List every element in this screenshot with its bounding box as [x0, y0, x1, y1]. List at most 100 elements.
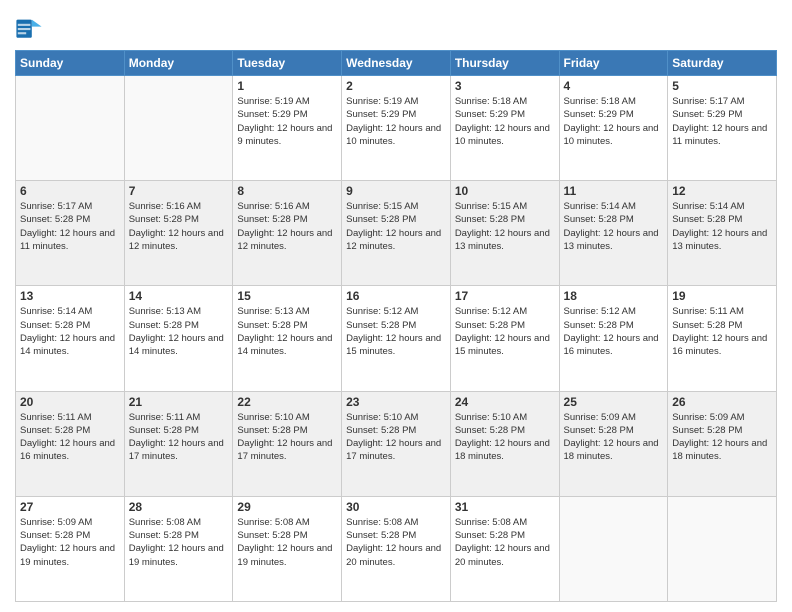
day-number: 18 — [564, 289, 664, 303]
day-info: Sunrise: 5:08 AM Sunset: 5:28 PM Dayligh… — [129, 516, 229, 569]
calendar-cell: 18 Sunrise: 5:12 AM Sunset: 5:28 PM Dayli… — [559, 286, 668, 391]
day-number: 10 — [455, 184, 555, 198]
day-number: 28 — [129, 500, 229, 514]
weekday-header: Tuesday — [233, 51, 342, 76]
day-number: 17 — [455, 289, 555, 303]
calendar-cell: 17 Sunrise: 5:12 AM Sunset: 5:28 PM Dayli… — [450, 286, 559, 391]
day-number: 23 — [346, 395, 446, 409]
day-info: Sunrise: 5:09 AM Sunset: 5:28 PM Dayligh… — [564, 411, 664, 464]
calendar-cell: 26Sunrise: 5:09 AM Sunset: 5:28 PM Dayli… — [668, 391, 777, 496]
day-number: 25 — [564, 395, 664, 409]
day-info: Sunrise: 5:16 AM Sunset: 5:28 PM Dayligh… — [129, 200, 229, 253]
calendar-cell — [124, 76, 233, 181]
day-number: 8 — [237, 184, 337, 198]
logo — [15, 14, 46, 42]
calendar-cell: 31 Sunrise: 5:08 AM Sunset: 5:28 PM Dayli… — [450, 496, 559, 601]
day-number: 24 — [455, 395, 555, 409]
day-info: Sunrise: 5:15 AM Sunset: 5:28 PM Dayligh… — [455, 200, 555, 253]
calendar-page: SundayMondayTuesdayWednesdayThursdayFrid… — [0, 0, 792, 612]
calendar-cell: 5 Sunrise: 5:17 AM Sunset: 5:29 PM Daylig… — [668, 76, 777, 181]
day-number: 14 — [129, 289, 229, 303]
day-info: Sunrise: 5:08 AM Sunset: 5:28 PM Dayligh… — [346, 516, 446, 569]
day-number: 9 — [346, 184, 446, 198]
calendar-cell: 29 Sunrise: 5:08 AM Sunset: 5:28 PM Dayli… — [233, 496, 342, 601]
day-info: Sunrise: 5:11 AM Sunset: 5:28 PM Dayligh… — [672, 305, 772, 358]
calendar-cell — [668, 496, 777, 601]
day-number: 15 — [237, 289, 337, 303]
day-number: 3 — [455, 79, 555, 93]
calendar-cell: 3 Sunrise: 5:18 AM Sunset: 5:29 PM Daylig… — [450, 76, 559, 181]
calendar-cell: 15 Sunrise: 5:13 AM Sunset: 5:28 PM Dayli… — [233, 286, 342, 391]
calendar-table: SundayMondayTuesdayWednesdayThursdayFrid… — [15, 50, 777, 602]
calendar-cell: 11Sunrise: 5:14 AM Sunset: 5:28 PM Dayli… — [559, 181, 668, 286]
day-info: Sunrise: 5:12 AM Sunset: 5:28 PM Dayligh… — [346, 305, 446, 358]
calendar-cell: 4 Sunrise: 5:18 AM Sunset: 5:29 PM Daylig… — [559, 76, 668, 181]
calendar-cell: 27Sunrise: 5:09 AM Sunset: 5:28 PM Dayli… — [16, 496, 125, 601]
day-number: 6 — [20, 184, 120, 198]
day-info: Sunrise: 5:16 AM Sunset: 5:28 PM Dayligh… — [237, 200, 337, 253]
day-number: 20 — [20, 395, 120, 409]
day-info: Sunrise: 5:14 AM Sunset: 5:28 PM Dayligh… — [672, 200, 772, 253]
day-number: 1 — [237, 79, 337, 93]
day-info: Sunrise: 5:19 AM Sunset: 5:29 PM Dayligh… — [346, 95, 446, 148]
calendar-cell: 8 Sunrise: 5:16 AM Sunset: 5:28 PM Daylig… — [233, 181, 342, 286]
day-number: 13 — [20, 289, 120, 303]
weekday-header: Wednesday — [342, 51, 451, 76]
calendar-cell: 24 Sunrise: 5:10 AM Sunset: 5:28 PM Dayli… — [450, 391, 559, 496]
calendar-cell: 25 Sunrise: 5:09 AM Sunset: 5:28 PM Dayli… — [559, 391, 668, 496]
day-number: 4 — [564, 79, 664, 93]
day-number: 21 — [129, 395, 229, 409]
day-info: Sunrise: 5:09 AM Sunset: 5:28 PM Dayligh… — [20, 516, 120, 569]
day-info: Sunrise: 5:12 AM Sunset: 5:28 PM Dayligh… — [455, 305, 555, 358]
day-info: Sunrise: 5:13 AM Sunset: 5:28 PM Dayligh… — [237, 305, 337, 358]
calendar-cell: 23 Sunrise: 5:10 AM Sunset: 5:28 PM Dayli… — [342, 391, 451, 496]
weekday-header: Thursday — [450, 51, 559, 76]
day-info: Sunrise: 5:11 AM Sunset: 5:28 PM Dayligh… — [129, 411, 229, 464]
calendar-cell: 6Sunrise: 5:17 AM Sunset: 5:28 PM Daylig… — [16, 181, 125, 286]
day-info: Sunrise: 5:17 AM Sunset: 5:29 PM Dayligh… — [672, 95, 772, 148]
calendar-cell: 12 Sunrise: 5:14 AM Sunset: 5:28 PM Dayli… — [668, 181, 777, 286]
calendar-cell — [16, 76, 125, 181]
day-info: Sunrise: 5:10 AM Sunset: 5:28 PM Dayligh… — [455, 411, 555, 464]
day-number: 11 — [564, 184, 664, 198]
day-number: 29 — [237, 500, 337, 514]
day-number: 5 — [672, 79, 772, 93]
day-info: Sunrise: 5:10 AM Sunset: 5:28 PM Dayligh… — [346, 411, 446, 464]
calendar-cell: 2 Sunrise: 5:19 AM Sunset: 5:29 PM Daylig… — [342, 76, 451, 181]
day-info: Sunrise: 5:18 AM Sunset: 5:29 PM Dayligh… — [564, 95, 664, 148]
calendar-cell: 28 Sunrise: 5:08 AM Sunset: 5:28 PM Dayli… — [124, 496, 233, 601]
day-number: 7 — [129, 184, 229, 198]
day-info: Sunrise: 5:11 AM Sunset: 5:28 PM Dayligh… — [20, 411, 120, 464]
calendar-cell: 20 Sunrise: 5:11 AM Sunset: 5:28 PM Dayli… — [16, 391, 125, 496]
calendar-cell: 22Sunrise: 5:10 AM Sunset: 5:28 PM Dayli… — [233, 391, 342, 496]
weekday-header: Friday — [559, 51, 668, 76]
weekday-header: Saturday — [668, 51, 777, 76]
calendar-cell: 9 Sunrise: 5:15 AM Sunset: 5:28 PM Daylig… — [342, 181, 451, 286]
day-info: Sunrise: 5:08 AM Sunset: 5:28 PM Dayligh… — [237, 516, 337, 569]
day-number: 2 — [346, 79, 446, 93]
calendar-cell — [559, 496, 668, 601]
calendar-cell: 30 Sunrise: 5:08 AM Sunset: 5:28 PM Dayli… — [342, 496, 451, 601]
day-info: Sunrise: 5:19 AM Sunset: 5:29 PM Dayligh… — [237, 95, 337, 148]
weekday-header: Sunday — [16, 51, 125, 76]
day-info: Sunrise: 5:09 AM Sunset: 5:28 PM Dayligh… — [672, 411, 772, 464]
day-number: 30 — [346, 500, 446, 514]
calendar-cell: 21 Sunrise: 5:11 AM Sunset: 5:28 PM Dayli… — [124, 391, 233, 496]
logo-icon — [15, 14, 43, 42]
calendar-cell: 7 Sunrise: 5:16 AM Sunset: 5:28 PM Daylig… — [124, 181, 233, 286]
calendar-cell: 1 Sunrise: 5:19 AM Sunset: 5:29 PM Daylig… — [233, 76, 342, 181]
calendar-cell: 14Sunrise: 5:13 AM Sunset: 5:28 PM Dayli… — [124, 286, 233, 391]
day-info: Sunrise: 5:08 AM Sunset: 5:28 PM Dayligh… — [455, 516, 555, 569]
day-number: 16 — [346, 289, 446, 303]
day-info: Sunrise: 5:15 AM Sunset: 5:28 PM Dayligh… — [346, 200, 446, 253]
calendar-cell: 19 Sunrise: 5:11 AM Sunset: 5:28 PM Dayli… — [668, 286, 777, 391]
day-info: Sunrise: 5:18 AM Sunset: 5:29 PM Dayligh… — [455, 95, 555, 148]
day-info: Sunrise: 5:10 AM Sunset: 5:28 PM Dayligh… — [237, 411, 337, 464]
calendar-cell: 16 Sunrise: 5:12 AM Sunset: 5:28 PM Dayli… — [342, 286, 451, 391]
day-number: 19 — [672, 289, 772, 303]
day-info: Sunrise: 5:12 AM Sunset: 5:28 PM Dayligh… — [564, 305, 664, 358]
day-number: 31 — [455, 500, 555, 514]
day-number: 12 — [672, 184, 772, 198]
calendar-cell: 10 Sunrise: 5:15 AM Sunset: 5:28 PM Dayli… — [450, 181, 559, 286]
weekday-header: Monday — [124, 51, 233, 76]
